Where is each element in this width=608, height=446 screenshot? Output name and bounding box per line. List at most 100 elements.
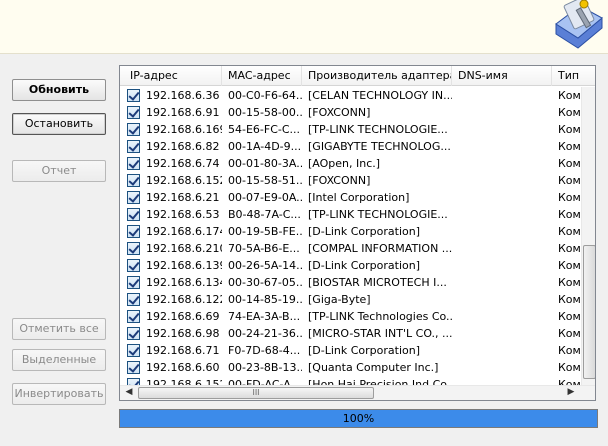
table-row[interactable]: 192.168.6.122 00-14-85-19... [Giga-Byte] Ко… bbox=[120, 291, 581, 308]
cell-ip: 192.168.6.53 bbox=[146, 208, 220, 221]
cell-vendor: [Giga-Byte] bbox=[308, 293, 371, 306]
cell-mac: F0-7D-68-4... bbox=[228, 344, 301, 357]
cell-mac: 00-07-E9-0A... bbox=[228, 191, 302, 204]
hosts-listview[interactable]: IP-адрес MAC-адрес Производитель адаптер… bbox=[119, 65, 596, 401]
cell-mac: 00-C0-F6-64... bbox=[228, 89, 302, 102]
scroll-left-arrow-icon[interactable]: ◀ bbox=[122, 387, 136, 397]
cell-type: Ком bbox=[558, 242, 581, 255]
scroll-grip-icon: III bbox=[252, 388, 260, 397]
table-row[interactable]: 192.168.6.69 74-EA-3A-B... [TP-LINK Techno… bbox=[120, 308, 581, 325]
column-header-dns[interactable]: DNS-имя bbox=[452, 66, 552, 86]
cell-ip: 192.168.6.71 bbox=[146, 344, 220, 357]
row-checkbox[interactable] bbox=[127, 89, 140, 102]
column-header-mac[interactable]: MAC-адрес bbox=[222, 66, 302, 86]
row-checkbox[interactable] bbox=[127, 106, 140, 119]
cell-type: Ком bbox=[558, 344, 581, 357]
cell-type: Ком bbox=[558, 123, 581, 136]
cell-vendor: [TP-LINK TECHNOLOGIE... bbox=[308, 208, 448, 221]
horizontal-scroll-thumb[interactable]: III bbox=[138, 387, 374, 399]
row-checkbox[interactable] bbox=[127, 344, 140, 357]
hosts-rows: 192.168.6.36 00-C0-F6-64... [CELAN TECHNOL… bbox=[120, 87, 581, 385]
invert-button[interactable]: Инвертировать bbox=[12, 383, 106, 405]
table-row[interactable]: 192.168.6.74 00-01-80-3A... [AOpen, Inc.] К… bbox=[120, 155, 581, 172]
column-header-row: IP-адрес MAC-адрес Производитель адаптер… bbox=[120, 66, 595, 86]
horizontal-scrollbar[interactable]: ◀ III ▶ bbox=[120, 385, 595, 400]
cell-type: Ком bbox=[558, 361, 581, 374]
cell-dns bbox=[454, 155, 552, 172]
scroll-right-arrow-icon[interactable]: ▶ bbox=[564, 387, 578, 397]
column-header-vendor[interactable]: Производитель адаптера bbox=[302, 66, 452, 86]
refresh-button[interactable]: Обновить bbox=[12, 79, 106, 101]
row-checkbox[interactable] bbox=[127, 361, 140, 374]
row-checkbox[interactable] bbox=[127, 310, 140, 323]
cell-vendor: [D-Link Corporation] bbox=[308, 225, 421, 238]
cell-type: Ком bbox=[558, 208, 581, 221]
cell-type: Ком bbox=[558, 191, 581, 204]
table-row[interactable]: 192.168.6.152 00-FD-AC-A... [Hon Hai Preci… bbox=[120, 376, 581, 385]
cell-vendor: [D-Link Corporation] bbox=[308, 259, 421, 272]
table-row[interactable]: 192.168.6.53 B0-48-7A-C... [TP-LINK TECHNO… bbox=[120, 206, 581, 223]
cell-vendor: [BIOSTAR MICROTECH I... bbox=[308, 276, 447, 289]
cell-ip: 192.168.6.139 bbox=[146, 259, 222, 272]
scan-progress-bar: 100% bbox=[119, 409, 598, 428]
row-checkbox[interactable] bbox=[127, 208, 140, 221]
cell-ip: 192.168.6.134 bbox=[146, 276, 222, 289]
cell-vendor: [Intel Corporation] bbox=[308, 191, 410, 204]
table-row[interactable]: 192.168.6.152 00-15-58-51... [FOXCONN] Ком bbox=[120, 172, 581, 189]
row-checkbox[interactable] bbox=[127, 242, 140, 255]
cell-mac: B0-48-7A-C... bbox=[228, 208, 301, 221]
table-row[interactable]: 192.168.6.60 00-23-8B-13... [Quanta Comput… bbox=[120, 359, 581, 376]
column-header-type[interactable]: Тип bbox=[552, 66, 595, 86]
cell-vendor: [COMPAL INFORMATION ... bbox=[308, 242, 452, 255]
table-row[interactable]: 192.168.6.134 00-30-67-05... [BIOSTAR MICR… bbox=[120, 274, 581, 291]
vertical-scroll-thumb[interactable] bbox=[583, 245, 595, 379]
column-header-ip[interactable]: IP-адрес bbox=[120, 66, 222, 86]
select-all-button[interactable]: Отметить все bbox=[12, 318, 106, 340]
report-button[interactable]: Отчет bbox=[12, 160, 106, 182]
cell-type: Ком bbox=[558, 157, 581, 170]
cell-type: Ком bbox=[558, 310, 581, 323]
table-row[interactable]: 192.168.6.139 00-26-5A-14... [D-Link Corpo… bbox=[120, 257, 581, 274]
row-checkbox[interactable] bbox=[127, 140, 140, 153]
table-row[interactable]: 192.168.6.82 00-1A-4D-9... [GIGABYTE TECHN… bbox=[120, 138, 581, 155]
row-checkbox[interactable] bbox=[127, 123, 140, 136]
cell-ip: 192.168.6.210 bbox=[146, 242, 222, 255]
table-row[interactable]: 192.168.6.174 00-19-5B-FE... [D-Link Corpo… bbox=[120, 223, 581, 240]
table-row[interactable]: 192.168.6.21 00-07-E9-0A... [Intel Corpora… bbox=[120, 189, 581, 206]
cell-vendor: [Hon Hai Precision Ind.Co... bbox=[308, 378, 452, 385]
table-row[interactable]: 192.168.6.98 00-24-21-36... [MICRO-STAR IN… bbox=[120, 325, 581, 342]
cell-ip: 192.168.6.21 bbox=[146, 191, 220, 204]
cell-type: Ком bbox=[558, 378, 581, 385]
row-checkbox[interactable] bbox=[127, 378, 140, 385]
cell-vendor: [Quanta Computer Inc.] bbox=[308, 361, 439, 374]
cell-dns bbox=[454, 172, 552, 189]
selected-button[interactable]: Выделенные bbox=[12, 349, 106, 371]
row-checkbox[interactable] bbox=[127, 225, 140, 238]
cell-vendor: [FOXCONN] bbox=[308, 106, 371, 119]
table-row[interactable]: 192.168.6.91 00-15-58-00... [FOXCONN] Ком bbox=[120, 104, 581, 121]
cell-ip: 192.168.6.174 bbox=[146, 225, 222, 238]
cell-ip: 192.168.6.60 bbox=[146, 361, 220, 374]
row-checkbox[interactable] bbox=[127, 293, 140, 306]
table-row[interactable]: 192.168.6.71 F0-7D-68-4... [D-Link Corpora… bbox=[120, 342, 581, 359]
table-row[interactable]: 192.168.6.36 00-C0-F6-64... [CELAN TECHNOL… bbox=[120, 87, 581, 104]
row-checkbox[interactable] bbox=[127, 327, 140, 340]
cell-mac: 00-01-80-3A... bbox=[228, 157, 302, 170]
table-row[interactable]: 192.168.6.169 54-E6-FC-C... [TP-LINK TECHN… bbox=[120, 121, 581, 138]
cell-ip: 192.168.6.152 bbox=[146, 378, 222, 385]
cell-mac: 00-23-8B-13... bbox=[228, 361, 302, 374]
row-checkbox[interactable] bbox=[127, 276, 140, 289]
cell-ip: 192.168.6.82 bbox=[146, 140, 220, 153]
cell-dns bbox=[454, 376, 552, 385]
row-checkbox[interactable] bbox=[127, 157, 140, 170]
cell-type: Ком bbox=[558, 89, 581, 102]
cell-mac: 54-E6-FC-C... bbox=[228, 123, 301, 136]
row-checkbox[interactable] bbox=[127, 174, 140, 187]
cell-dns bbox=[454, 257, 552, 274]
vertical-scrollbar[interactable] bbox=[581, 87, 595, 385]
table-row[interactable]: 192.168.6.210 70-5A-B6-E... [COMPAL INFORM… bbox=[120, 240, 581, 257]
row-checkbox[interactable] bbox=[127, 259, 140, 272]
stop-button[interactable]: Остановить bbox=[12, 113, 106, 135]
progress-label: 100% bbox=[342, 412, 375, 425]
row-checkbox[interactable] bbox=[127, 191, 140, 204]
